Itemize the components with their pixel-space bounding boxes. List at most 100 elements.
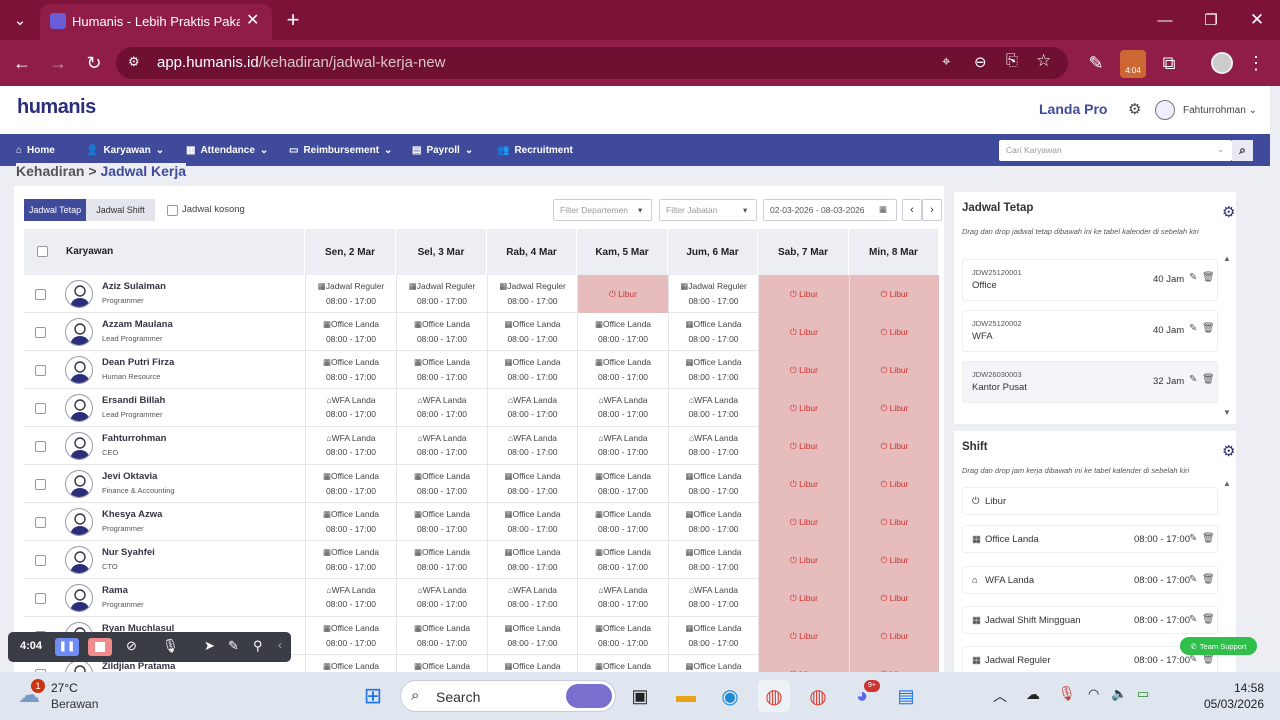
schedule-cell[interactable]: ⌂WFA Landa 08:00 - 17:00 xyxy=(396,427,487,465)
screen-recorder-extension-icon[interactable]: 4:04 xyxy=(1120,50,1146,78)
edit-icon[interactable]: ✎ xyxy=(1189,654,1197,665)
next-week-button[interactable]: › xyxy=(922,199,942,221)
collapse-icon[interactable]: ‹ xyxy=(278,638,282,652)
holiday-cell[interactable]: ⏻ Libur xyxy=(758,351,849,389)
prev-week-button[interactable]: ‹ xyxy=(902,199,922,221)
shift-item[interactable]: ▦ Jadwal Reguler 08:00 - 17:00 ✎ 🗑 xyxy=(962,646,1218,672)
highlighter-icon[interactable]: ⚲ xyxy=(253,638,263,654)
camera-off-icon[interactable]: ⊘ xyxy=(126,638,137,654)
user-name[interactable]: Fahturrohman ⌄ xyxy=(1183,105,1257,116)
fixed-schedule-card[interactable]: JDW25120002 WFA 40 Jam ✎ 🗑 xyxy=(962,310,1218,352)
holiday-cell[interactable]: ⏻ Libur xyxy=(849,427,939,465)
holiday-cell[interactable]: ⏻ Libur xyxy=(849,503,939,541)
schedule-cell[interactable]: ⌂WFA Landa 08:00 - 17:00 xyxy=(487,389,577,427)
schedule-cell[interactable]: ⌂WFA Landa 08:00 - 17:00 xyxy=(668,579,758,617)
volume-icon[interactable]: 🔈 xyxy=(1111,686,1127,702)
trash-icon[interactable]: 🗑 xyxy=(1202,272,1215,283)
extensions-puzzle-icon[interactable]: ⧉ xyxy=(1153,40,1185,86)
date-range-input[interactable]: 02-03-2026 - 08-03-2026 ▦ xyxy=(763,199,897,221)
team-support-button[interactable]: ✆ Team Support xyxy=(1180,637,1257,655)
install-app-icon[interactable]: ⎘ xyxy=(1006,52,1018,69)
schedule-cell[interactable]: ⌂WFA Landa 08:00 - 17:00 xyxy=(396,579,487,617)
row-checkbox[interactable] xyxy=(35,289,46,300)
trash-icon[interactable]: 🗑 xyxy=(1202,654,1215,665)
empty-schedule-checkbox[interactable] xyxy=(167,205,178,216)
schedule-cell[interactable]: ⌂WFA Landa 08:00 - 17:00 xyxy=(577,427,668,465)
tab-search-chevron-icon[interactable]: ⌄ xyxy=(0,0,40,40)
schedule-cell[interactable]: ▦Office Landa 08:00 - 17:00 xyxy=(396,313,487,351)
row-checkbox[interactable] xyxy=(35,593,46,604)
weather-temp[interactable]: 27°C xyxy=(51,681,78,695)
holiday-cell[interactable]: ⏻ Libur xyxy=(577,275,668,313)
schedule-cell[interactable]: ▦Office Landa 08:00 - 17:00 xyxy=(487,313,577,351)
holiday-cell[interactable]: ⏻ Libur xyxy=(849,351,939,389)
pause-icon[interactable]: ❚❚ xyxy=(55,638,79,656)
employee-name[interactable]: Fahturrohman xyxy=(102,433,166,444)
user-avatar[interactable] xyxy=(1155,100,1175,120)
row-checkbox[interactable] xyxy=(35,403,46,414)
shift-settings-gear-icon[interactable]: ⚙ xyxy=(1222,442,1235,460)
tab-jadwal-shift[interactable]: Jadwal Shift xyxy=(86,199,155,221)
schedule-cell[interactable]: ▦Office Landa 08:00 - 17:00 xyxy=(577,465,668,503)
fixed-schedule-card[interactable]: JDW26030003 Kantor Pusat 32 Jam ✎ 🗑 xyxy=(962,361,1218,403)
schedule-cell[interactable]: ▦Office Landa 08:00 - 17:00 xyxy=(487,351,577,389)
battery-icon[interactable]: ▭ xyxy=(1137,686,1149,702)
select-all-checkbox[interactable] xyxy=(37,246,48,257)
menu-attendance[interactable]: ▦ Attendance ⌄ xyxy=(186,134,268,166)
schedule-cell[interactable]: ▦Office Landa 08:00 - 17:00 xyxy=(396,617,487,655)
edit-icon[interactable]: ✎ xyxy=(1189,323,1197,334)
location-icon[interactable]: ⌖ xyxy=(942,53,950,70)
schedule-cell[interactable]: ▦Office Landa 08:00 - 17:00 xyxy=(305,541,396,579)
employee-search-input[interactable]: Cari Karyawan ⌄ xyxy=(999,140,1232,161)
edit-icon[interactable]: ✎ xyxy=(1189,574,1197,585)
holiday-cell[interactable]: ⏻ Libur xyxy=(758,617,849,655)
schedule-cell[interactable]: ⌂WFA Landa 08:00 - 17:00 xyxy=(577,389,668,427)
tab-close-icon[interactable]: ✕ xyxy=(246,10,259,30)
schedule-cell[interactable]: ▦Office Landa 08:00 - 17:00 xyxy=(668,541,758,579)
edit-icon[interactable]: ✎ xyxy=(1189,272,1197,283)
employee-name[interactable]: Nur Syahfei xyxy=(102,547,155,558)
schedule-cell[interactable]: ▦Office Landa xyxy=(396,655,487,672)
fixed-schedule-card[interactable]: JDW25120001 Office 40 Jam ✎ 🗑 xyxy=(962,259,1218,301)
pen-icon[interactable]: ✎ xyxy=(228,638,239,654)
settings-gear-icon[interactable]: ⚙ xyxy=(1128,100,1141,118)
holiday-cell[interactable]: ⏻ Libur xyxy=(758,655,849,672)
employee-name[interactable]: Dean Putri Firza xyxy=(102,357,174,368)
menu-recruitment[interactable]: 👥 Recruitment xyxy=(497,134,573,166)
schedule-cell[interactable]: ▦Office Landa 08:00 - 17:00 xyxy=(577,351,668,389)
extension-pen-icon[interactable]: ✎ xyxy=(1080,40,1112,86)
holiday-cell[interactable]: ⏻ Libur xyxy=(758,427,849,465)
schedule-cell[interactable]: ▦Office Landa 08:00 - 17:00 xyxy=(668,351,758,389)
schedule-cell[interactable]: ▦Office Landa xyxy=(577,655,668,672)
menu-karyawan[interactable]: 👤 Karyawan ⌄ xyxy=(86,134,164,166)
shift-item[interactable]: ⌂ WFA Landa 08:00 - 17:00 ✎ 🗑 xyxy=(962,566,1218,594)
employee-name[interactable]: Rama xyxy=(102,585,144,596)
stop-icon[interactable] xyxy=(88,638,112,656)
row-checkbox[interactable] xyxy=(35,517,46,528)
employee-name[interactable]: Jevi Oktavia xyxy=(102,471,175,482)
schedule-cell[interactable]: ⌂WFA Landa 08:00 - 17:00 xyxy=(577,579,668,617)
employee-name[interactable]: Azzam Maulana xyxy=(102,319,173,330)
schedule-cell[interactable]: ▦Office Landa 08:00 - 17:00 xyxy=(396,351,487,389)
filter-department-select[interactable]: Filter Departemen ▾ xyxy=(553,199,652,221)
employee-name[interactable]: Zildjian Pratama xyxy=(102,661,175,672)
edge-icon[interactable]: ◉ xyxy=(714,680,746,712)
employee-name[interactable]: Aziz Sulaiman xyxy=(102,281,166,292)
holiday-cell[interactable]: ⏻ Libur xyxy=(758,541,849,579)
taskbar-search-box[interactable]: ⌕ Search xyxy=(400,680,616,712)
schedule-cell[interactable]: ▦Office Landa 08:00 - 17:00 xyxy=(305,465,396,503)
menu-payroll[interactable]: ▤ Payroll ⌄ xyxy=(412,134,473,166)
start-windows-icon[interactable]: ⊞ xyxy=(357,680,389,712)
holiday-cell[interactable]: ⏻ Libur xyxy=(849,389,939,427)
microphone-icon[interactable]: 🎙 xyxy=(162,638,179,654)
schedule-cell[interactable]: ▦Office Landa 08:00 - 17:00 xyxy=(305,313,396,351)
edit-icon[interactable]: ✎ xyxy=(1189,374,1197,385)
holiday-cell[interactable]: ⏻ Libur xyxy=(849,541,939,579)
schedule-cell[interactable]: ⌂WFA Landa 08:00 - 17:00 xyxy=(487,427,577,465)
forward-icon[interactable]: → xyxy=(42,40,74,86)
schedule-cell[interactable]: ▦Office Landa 08:00 - 17:00 xyxy=(668,465,758,503)
schedule-cell[interactable]: ▦Office Landa 08:00 - 17:00 xyxy=(487,541,577,579)
schedule-cell[interactable]: ▦Office Landa 08:00 - 17:00 xyxy=(305,617,396,655)
chrome-active-icon[interactable]: ◍ xyxy=(758,680,790,712)
tab-jadwal-tetap[interactable]: Jadwal Tetap xyxy=(24,199,86,221)
